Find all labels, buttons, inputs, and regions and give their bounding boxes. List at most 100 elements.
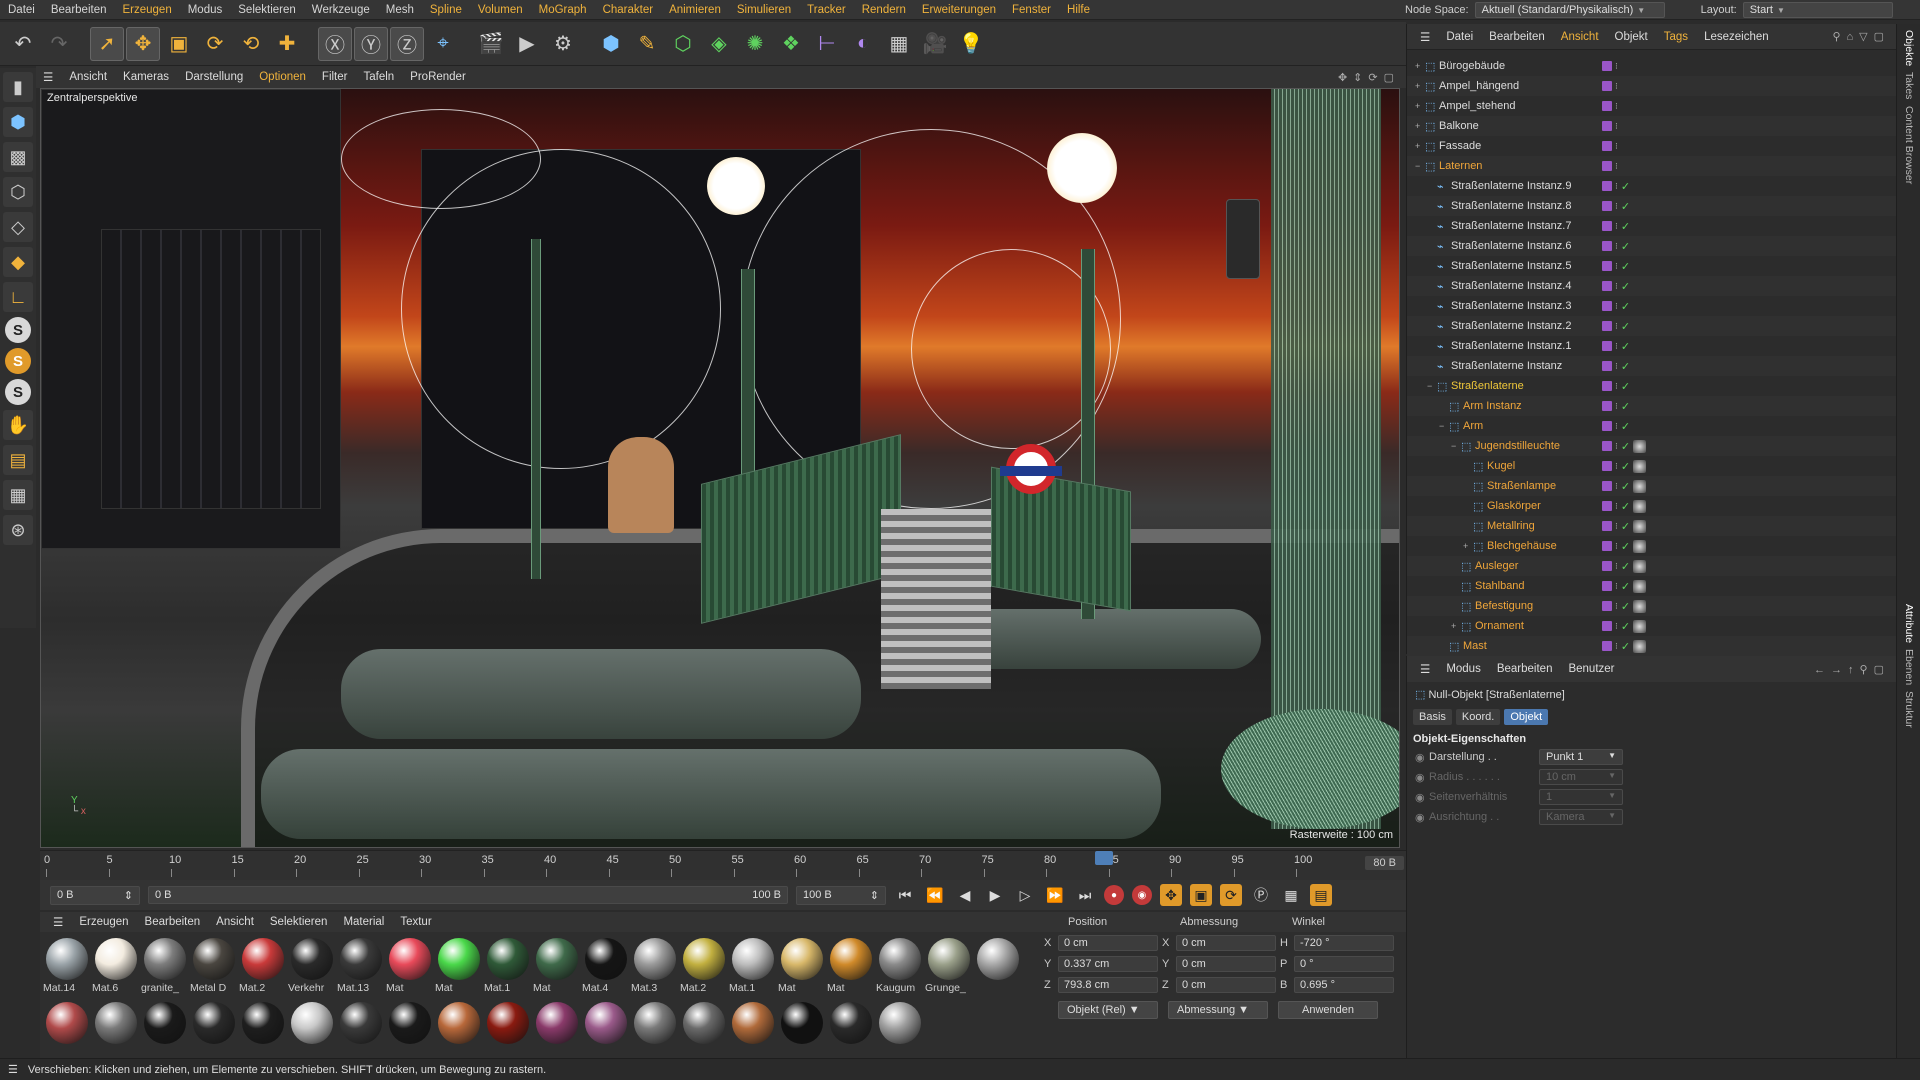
mat-menu-bearbeiten[interactable]: Bearbeiten [138,916,208,928]
menu-animieren[interactable]: Animieren [661,4,729,16]
floor-icon[interactable]: ▦ [882,27,916,61]
grid-icon[interactable]: ▦ [3,480,33,510]
size-mode-select[interactable]: Abmessung ▼ [1168,1001,1268,1019]
layer-color-swatch[interactable] [1602,541,1612,551]
expand-toggle-icon[interactable]: − [1451,441,1461,451]
object-row[interactable]: ⬚ Befestigung ⁝ ✓ [1407,596,1896,616]
object-row[interactable]: − ⬚ Straßenlaterne ⁝ ✓ [1407,376,1896,396]
visibility-dots-icon[interactable]: ⁝ [1615,61,1618,72]
object-row[interactable]: ⬚ Ausleger ⁝ ✓ [1407,556,1896,576]
material-swatch[interactable] [189,1000,238,1054]
expand-toggle-icon[interactable]: + [1415,101,1425,111]
attribute-value[interactable]: 10 cm ▼ [1539,769,1623,785]
menu-charakter[interactable]: Charakter [595,4,662,16]
menu-bearbeiten[interactable]: Bearbeiten [43,4,115,16]
visibility-dots-icon[interactable]: ⁝ [1615,201,1618,212]
material-swatch[interactable]: Mat.14 [42,936,91,1000]
layer-color-swatch[interactable] [1602,321,1612,331]
visibility-dots-icon[interactable]: ⁝ [1615,441,1618,452]
visibility-dots-icon[interactable]: ⁝ [1615,321,1618,332]
rotate-tool-icon[interactable]: ⟳ [198,27,232,61]
vp-menu-kameras[interactable]: Kameras [116,71,176,83]
position-field[interactable]: 0 cm [1058,934,1158,951]
visibility-dots-icon[interactable]: ⁝ [1615,541,1618,552]
material-swatch[interactable]: Mat.1 [483,936,532,1000]
playhead[interactable] [1095,851,1113,865]
object-row[interactable]: + ⬚ Balkone ⁝ [1407,116,1896,136]
attr-menu-modus[interactable]: Modus [1439,663,1488,675]
camera-icon[interactable]: 🎥 [918,27,952,61]
object-row[interactable]: ⌁ Straßenlaterne Instanz.1 ⁝ ✓ [1407,336,1896,356]
visibility-dots-icon[interactable]: ⁝ [1615,581,1618,592]
enabled-check-icon[interactable]: ✓ [1621,500,1630,513]
layer-color-swatch[interactable] [1602,621,1612,631]
menu-icon[interactable]: ☰ [36,70,60,84]
layer-color-swatch[interactable] [1602,121,1612,131]
menu-volumen[interactable]: Volumen [470,4,531,16]
material-tag-icon[interactable] [1633,459,1647,473]
rotation-field[interactable]: 0.695 ° [1294,976,1394,993]
key-rotation-icon[interactable]: ⟳ [1220,884,1242,906]
material-swatch[interactable]: Mat [434,936,483,1000]
nav-arrows-icon[interactable]: ←→↑⚲▢ [1814,663,1896,676]
expand-toggle-icon[interactable]: + [1451,621,1461,631]
layer-color-swatch[interactable] [1602,141,1612,151]
enabled-check-icon[interactable]: ✓ [1621,600,1630,613]
expand-toggle-icon[interactable]: + [1415,141,1425,151]
add-icon[interactable]: ✚ [270,27,304,61]
move-tool-icon[interactable]: ✥ [126,26,160,61]
visibility-dots-icon[interactable]: ⁝ [1615,461,1618,472]
material-swatch[interactable]: Mat.4 [581,936,630,1000]
radio-icon[interactable]: ◉ [1415,771,1429,784]
menu-selektieren[interactable]: Selektieren [230,4,304,16]
obj-menu-ansicht[interactable]: Ansicht [1554,31,1606,43]
enabled-check-icon[interactable]: ✓ [1621,200,1630,213]
material-swatch[interactable]: Verkehr [287,936,336,1000]
visibility-dots-icon[interactable]: ⁝ [1615,421,1618,432]
menu-modus[interactable]: Modus [180,4,231,16]
scale-tool-icon[interactable]: ▣ [162,27,196,61]
object-row[interactable]: ⬚ Mast ⁝ ✓ [1407,636,1896,656]
layer-color-swatch[interactable] [1602,201,1612,211]
object-row[interactable]: ⌁ Straßenlaterne Instanz.6 ⁝ ✓ [1407,236,1896,256]
material-swatch[interactable] [483,1000,532,1054]
key-position-icon[interactable]: ✥ [1160,884,1182,906]
mograph-icon[interactable]: ✺ [738,27,772,61]
enabled-check-icon[interactable]: ✓ [1621,340,1630,353]
size-field[interactable]: 0 cm [1176,955,1276,972]
layer-color-swatch[interactable] [1602,441,1612,451]
mat-menu-material[interactable]: Material [336,916,391,928]
enabled-check-icon[interactable]: ✓ [1621,220,1630,233]
visibility-dots-icon[interactable]: ⁝ [1615,301,1618,312]
go-to-end-icon[interactable]: ⏭ [1074,884,1096,906]
visibility-dots-icon[interactable]: ⁝ [1615,501,1618,512]
visibility-dots-icon[interactable]: ⁝ [1615,81,1618,92]
enabled-check-icon[interactable]: ✓ [1621,640,1630,653]
visibility-dots-icon[interactable]: ⁝ [1615,281,1618,292]
layout-select[interactable]: Start ▼ [1742,2,1893,18]
layer-color-swatch[interactable] [1602,521,1612,531]
material-swatch[interactable] [826,1000,875,1054]
obj-menu-tags[interactable]: Tags [1657,31,1695,43]
enabled-check-icon[interactable]: ✓ [1621,440,1630,453]
object-row[interactable]: ⌁ Straßenlaterne Instanz.3 ⁝ ✓ [1407,296,1896,316]
menu-werkzeuge[interactable]: Werkzeuge [304,4,378,16]
material-swatch[interactable]: granite_ [140,936,189,1000]
rotation-field[interactable]: -720 ° [1294,934,1394,951]
mat-menu-selektieren[interactable]: Selektieren [263,916,335,928]
enabled-check-icon[interactable]: ✓ [1621,520,1630,533]
object-row[interactable]: ⌁ Straßenlaterne Instanz.2 ⁝ ✓ [1407,316,1896,336]
next-frame-icon[interactable]: ▷ [1014,884,1036,906]
enabled-check-icon[interactable]: ✓ [1621,260,1630,273]
enabled-check-icon[interactable]: ✓ [1621,620,1630,633]
coordinate-system-icon[interactable]: ⌖ [426,27,460,61]
rotation-field[interactable]: 0 ° [1294,955,1394,972]
expand-toggle-icon[interactable]: + [1463,541,1473,551]
node-space-select[interactable]: Aktuell (Standard/Physikalisch) ▼ [1474,2,1665,18]
object-row[interactable]: ⌁ Straßenlaterne Instanz.7 ⁝ ✓ [1407,216,1896,236]
solo-icon[interactable]: S [5,348,31,374]
menu-mograph[interactable]: MoGraph [531,4,595,16]
object-row[interactable]: − ⬚ Jugendstilleuchte ⁝ ✓ [1407,436,1896,456]
material-swatch[interactable]: Mat.3 [630,936,679,1000]
brush-icon[interactable]: ✋ [3,410,33,440]
